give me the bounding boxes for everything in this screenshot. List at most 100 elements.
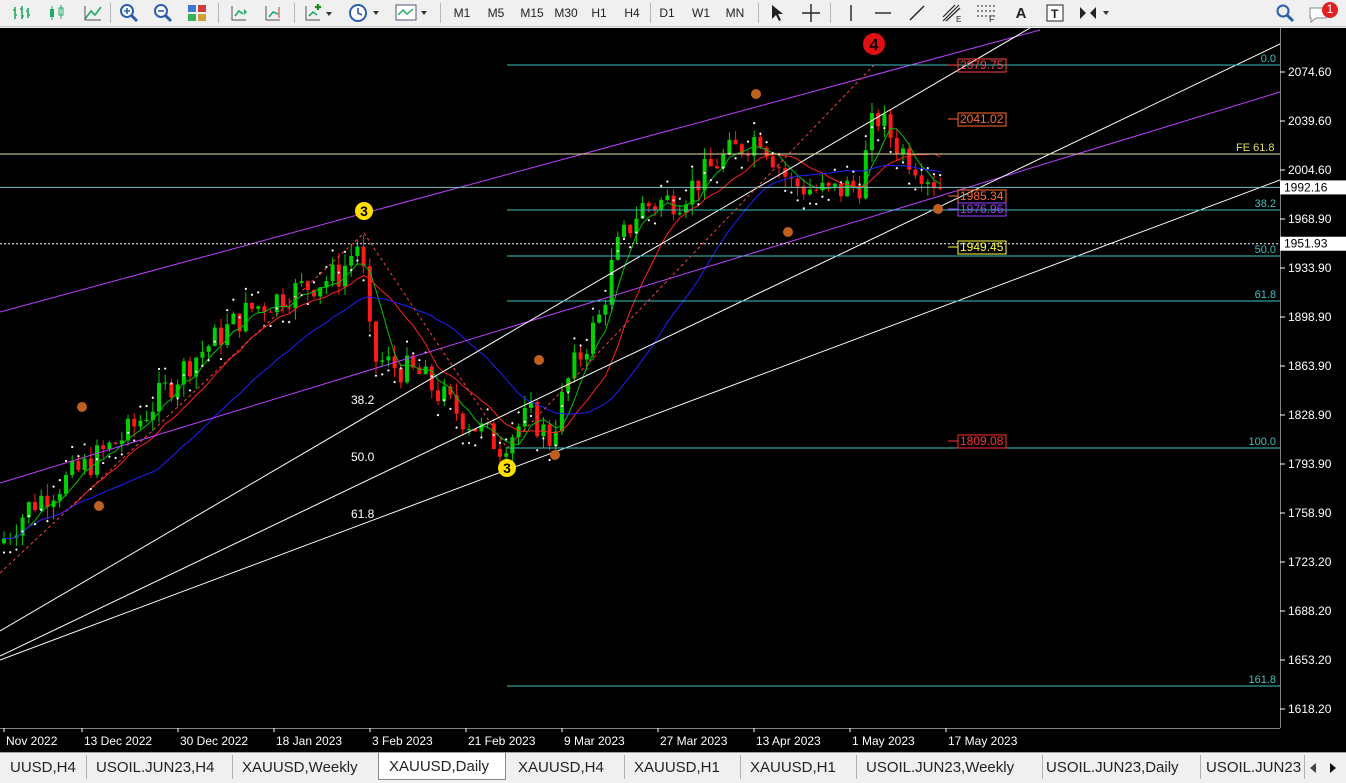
candle-body xyxy=(876,113,881,127)
sar-dot xyxy=(474,444,477,447)
tab-xauusd-h1[interactable]: XAUUSD,H1 xyxy=(624,755,741,779)
vertical-line-icon[interactable] xyxy=(838,2,864,24)
candle-body xyxy=(708,158,713,167)
tab-xauusd-weekly[interactable]: XAUUSD,Weekly xyxy=(232,755,379,779)
trendline-icon[interactable] xyxy=(904,2,930,24)
tile-windows-icon[interactable] xyxy=(184,2,210,24)
time-scale[interactable]: Nov 2022 13 Dec 2022 30 Dec 2022 18 Jan 202… xyxy=(0,727,1346,752)
sar-dot xyxy=(449,407,452,410)
price-tick-label: 1723.20 xyxy=(1288,555,1332,569)
candle-body xyxy=(250,302,254,309)
candle-body xyxy=(287,307,292,309)
sar-dot xyxy=(542,437,545,440)
price-tick-label: 1968.90 xyxy=(1288,212,1332,226)
arrows-menu-icon[interactable] xyxy=(1074,2,1114,24)
sar-dot xyxy=(536,449,539,452)
fibo-level-label: 100.0 xyxy=(1248,436,1276,448)
text-tool-icon[interactable]: A xyxy=(1008,2,1034,24)
candle-body xyxy=(826,182,831,186)
zoom-in-icon[interactable] xyxy=(116,2,142,24)
line-chart-icon[interactable] xyxy=(80,2,106,24)
sar-dot xyxy=(827,198,830,201)
sar-dot xyxy=(591,307,595,310)
tab-usoil-truncated[interactable]: USOIL.JUN23 xyxy=(1196,755,1305,779)
wave-minor-marker xyxy=(783,227,793,237)
sar-dot xyxy=(114,456,117,460)
periodicity-clock-icon[interactable] xyxy=(344,2,384,24)
search-icon[interactable] xyxy=(1272,2,1298,24)
price-scale[interactable]: 2074.60 2039.60 2004.60 1968.90 1933.90 1898.… xyxy=(1279,28,1346,728)
time-tick-label: 17 May 2023 xyxy=(948,734,1018,748)
horizontal-line-icon[interactable] xyxy=(870,2,896,24)
timeframe-m30[interactable]: M30 xyxy=(550,2,582,24)
price-level-label: 1949.45 xyxy=(960,240,1004,254)
candle-chart-icon[interactable] xyxy=(44,2,70,24)
sar-dot xyxy=(653,222,657,225)
sar-dot xyxy=(213,340,216,343)
candle-body xyxy=(225,324,230,346)
timeframe-h1[interactable]: H1 xyxy=(584,2,614,24)
zoom-out-icon[interactable] xyxy=(150,2,176,24)
sar-dot xyxy=(244,287,247,290)
price-tick-label: 1828.90 xyxy=(1288,408,1332,422)
bar-chart-icon[interactable] xyxy=(8,2,34,24)
tabs-scroll-right-icon[interactable] xyxy=(1324,757,1342,779)
candle-body xyxy=(212,327,217,347)
candle-body xyxy=(665,195,670,200)
sar-dot xyxy=(89,487,92,491)
tab-xauusd-h4[interactable]: XAUUSD,H4 xyxy=(508,755,625,779)
sar-dot xyxy=(157,367,161,371)
sar-dot xyxy=(443,399,446,402)
text-label-icon[interactable]: T xyxy=(1042,2,1068,24)
fibonacci-icon[interactable]: F xyxy=(972,2,1000,24)
sar-dot xyxy=(250,293,254,296)
sar-dot xyxy=(40,508,43,511)
tab-xauusd-daily[interactable]: XAUUSD,Daily xyxy=(378,753,506,780)
candle-body xyxy=(733,139,738,145)
candle-body xyxy=(646,203,651,207)
candle-body xyxy=(349,256,354,266)
indicators-menu-icon[interactable] xyxy=(300,2,336,24)
channel-icon[interactable]: E xyxy=(938,2,966,24)
timeframe-m15[interactable]: M15 xyxy=(515,2,549,24)
chart-shift-icon[interactable] xyxy=(260,2,286,24)
sar-dot xyxy=(858,183,861,186)
candle-body xyxy=(281,294,285,308)
templates-menu-icon[interactable] xyxy=(392,2,432,24)
timeframe-w1[interactable]: W1 xyxy=(686,2,716,24)
time-tick-label: 13 Dec 2022 xyxy=(84,734,152,748)
timeframe-h4[interactable]: H4 xyxy=(617,2,647,24)
tab-uusd-h4[interactable]: UUSD,H4 xyxy=(0,755,87,779)
sar-dot xyxy=(486,408,489,411)
fibo-level-label: 50.0 xyxy=(1255,244,1276,256)
timeframe-m5[interactable]: M5 xyxy=(481,2,511,24)
tab-usoil-daily[interactable]: USOIL.JUN23,Daily xyxy=(1036,755,1201,779)
candle-body xyxy=(380,360,385,362)
tabs-scroll-left-icon[interactable] xyxy=(1304,757,1322,779)
timeframe-m1[interactable]: M1 xyxy=(447,2,477,24)
timeframe-d1[interactable]: D1 xyxy=(652,2,682,24)
sar-dot xyxy=(697,203,700,206)
svg-text:E: E xyxy=(956,15,961,23)
tab-usoil-h4[interactable]: USOIL.JUN23,H4 xyxy=(86,755,233,779)
candle-body xyxy=(423,366,428,375)
autoscroll-icon[interactable] xyxy=(226,2,252,24)
price-chart[interactable]: 0.0 38.2 50.0 61.8 100.0 161.8 FE 61.8 38.2 50.0… xyxy=(0,28,1280,728)
time-tick-label: 1 May 2023 xyxy=(852,734,915,748)
crosshair-icon[interactable] xyxy=(798,2,824,24)
candle-body xyxy=(597,314,602,323)
tab-usoil-weekly[interactable]: USOIL.JUN23,Weekly xyxy=(856,755,1043,779)
sar-dot xyxy=(21,530,24,533)
candle-body xyxy=(634,218,639,234)
candle-body xyxy=(504,453,509,457)
cursor-arrow-icon[interactable] xyxy=(764,2,790,24)
tab-xauusd-h1-2[interactable]: XAUUSD,H1 xyxy=(740,755,857,779)
wave-3-label: 3 xyxy=(360,203,368,219)
sar-dot xyxy=(765,141,768,144)
chat-notifications-icon[interactable]: 1 xyxy=(1306,2,1342,24)
sar-dot xyxy=(709,179,712,182)
sar-dot xyxy=(374,374,378,377)
candle-body xyxy=(157,382,161,412)
timeframe-mn[interactable]: MN xyxy=(719,2,751,24)
sar-dot xyxy=(759,132,762,135)
